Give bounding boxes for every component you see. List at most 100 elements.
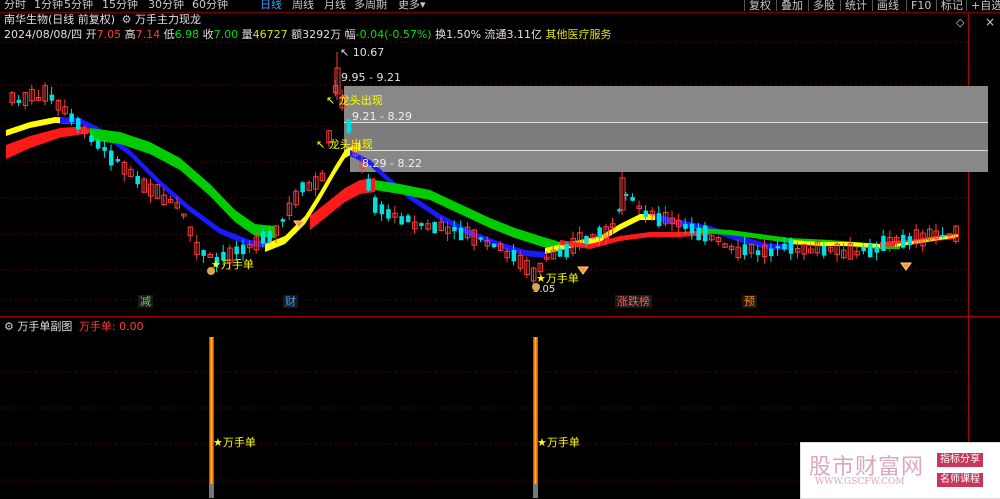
zone-2-range: 9.21 - 8.29 [352, 110, 412, 123]
gear-icon[interactable]: ⚙ [122, 13, 132, 26]
max-price-label: ↖ 10.67 [340, 46, 384, 59]
candle-down [782, 243, 787, 250]
candle-down [755, 250, 761, 256]
candle-down [241, 244, 246, 255]
zone-3-range: 8.29 - 8.22 [362, 157, 422, 170]
candle-down [280, 219, 286, 222]
change-label: 幅 [344, 28, 356, 41]
watermark-url: WWW.GSCFW.COM [815, 477, 905, 487]
event-marker: 涨跌榜 [617, 294, 650, 308]
watermark-tag-2: 名师课程 [937, 473, 983, 487]
sub-panel-title-row: ⚙ 万手单副图 万手单: 0.00 [4, 320, 144, 333]
candle-down [109, 150, 114, 166]
signal-bar-core [210, 337, 213, 485]
quote-info-row: 2024/08/08/四 开7.05 高7.14 低6.98 收7.00 量46… [4, 28, 612, 41]
diamond-icon: ◇ [956, 16, 965, 29]
candle-down [346, 119, 352, 133]
turnover-value: 1.50% [446, 28, 482, 41]
candle-down [260, 231, 266, 244]
signal-bar-core [534, 337, 537, 485]
candle-down [683, 223, 688, 229]
stock-name: 南华生物(日线 前复权) [4, 13, 116, 26]
candle-down [821, 245, 827, 256]
candle-down [511, 250, 517, 262]
sub-signal-label-2: ★万手单 [537, 435, 580, 449]
signal-bar-base [533, 484, 538, 498]
ma-ribbon-red-2 [310, 178, 375, 230]
candle-down [267, 230, 272, 243]
chart-title-row: 南华生物(日线 前复权) ⚙ 万手主力现龙 [4, 13, 201, 26]
zone-1 [344, 86, 988, 122]
candle-down [406, 215, 411, 223]
candle-down [373, 197, 378, 213]
candle-down [102, 147, 107, 151]
event-marker: 减 [140, 295, 151, 308]
candle-down [696, 227, 701, 241]
dragon-signal-2: ↖ 龙头出现 [316, 137, 373, 151]
candle-down [89, 135, 94, 143]
candle-down [234, 246, 239, 255]
candle-down [366, 178, 371, 191]
candle-down [135, 175, 140, 185]
watermark-tag-1: 指标分享 [937, 453, 983, 467]
sub-signal-label-1: ★万手单 [213, 435, 256, 449]
candle-down [452, 226, 457, 232]
candle-down [630, 197, 635, 201]
low-label: 低 [163, 28, 175, 41]
kline-chart[interactable]: ◇ × ↖ 10.67 9.95 - 9.21 9.21 - 8.29 8.29 - 8.… [0, 0, 1000, 498]
candle-down [76, 118, 81, 130]
candle-down [584, 235, 589, 243]
candle-down [16, 99, 22, 103]
zone-1-range: 9.95 - 9.21 [341, 71, 401, 84]
open-value: 7.05 [96, 28, 122, 41]
high-value: 7.14 [135, 28, 161, 41]
candle-down [386, 209, 391, 219]
dragon-signal-1: ↖ 龙头出现 [326, 93, 383, 107]
candle-down [458, 227, 464, 241]
event-marker: 财 [285, 294, 296, 308]
low-value: 6.98 [174, 28, 200, 41]
money-bag-icon [532, 283, 540, 291]
amount-value: 3292万 [302, 28, 342, 41]
candle-down [874, 246, 880, 253]
candle-down [623, 193, 629, 197]
candle-down [861, 246, 866, 252]
float-value: 3.11亿 [506, 28, 543, 41]
ma-ribbon-green-2 [375, 180, 560, 252]
high-label: 高 [124, 28, 136, 41]
candle-down [775, 246, 781, 249]
candle-down [300, 182, 305, 193]
float-label: 流通 [484, 28, 507, 41]
candle-down [432, 222, 437, 234]
candle-down [491, 243, 497, 248]
close-icon: × [985, 15, 995, 29]
open-label: 开 [85, 28, 97, 41]
candle-down [49, 94, 55, 101]
diamond-gem-icon [900, 262, 912, 271]
watermark: 股市财富网 WWW.GSCFW.COM 指标分享 名师课程 [800, 442, 1000, 499]
candle-down [419, 223, 424, 226]
zone-2 [344, 123, 988, 150]
change-value: -0.04(-0.57%) [355, 28, 432, 41]
candle-down [564, 244, 569, 258]
candle-down [478, 237, 484, 240]
gear-icon[interactable]: ⚙ [4, 320, 14, 333]
sub-panel-title[interactable]: 万手单副图 [17, 320, 72, 333]
volume-value: 46727 [252, 28, 288, 41]
zone-3 [350, 151, 988, 172]
indicator-name[interactable]: 万手主力现龙 [135, 13, 201, 26]
candle-down [788, 238, 794, 254]
candle-down [399, 216, 404, 225]
candle-down [703, 225, 708, 242]
candle-down [907, 236, 913, 246]
candle-down [656, 213, 662, 226]
candle-down [881, 235, 886, 251]
candle-down [115, 159, 121, 162]
candle-down [69, 113, 74, 123]
close-label: 收 [202, 28, 214, 41]
candle-down [940, 234, 946, 238]
signal-label-1: ★万手单 [211, 257, 254, 271]
industry: 其他医疗服务 [545, 28, 612, 41]
candle-down [742, 244, 748, 256]
amount-label: 额 [291, 28, 303, 41]
